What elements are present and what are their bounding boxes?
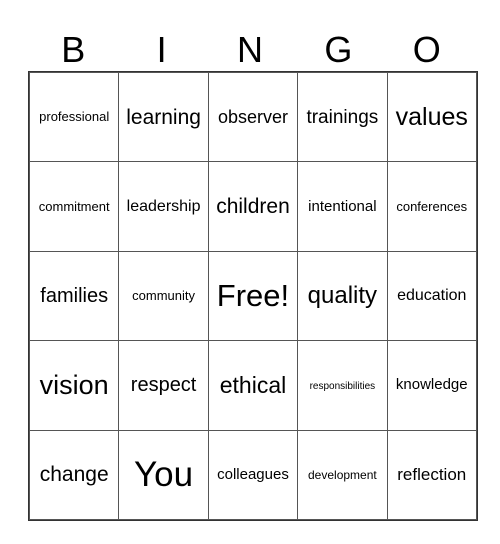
bingo-cell-text: development: [308, 467, 377, 482]
bingo-cell-text: education: [397, 286, 467, 304]
bingo-cell-text: responsibilities: [309, 381, 376, 393]
bingo-cell-text: trainings: [306, 106, 379, 128]
bingo-row: families community Free! quality education: [28, 250, 477, 342]
bingo-cell[interactable]: development: [297, 429, 388, 520]
bingo-cell[interactable]: children: [207, 161, 299, 252]
bingo-cell-text: learning: [126, 105, 201, 129]
bingo-row: vision respect ethical responsibilities know…: [28, 340, 477, 431]
bingo-cell-text: vision: [39, 369, 109, 400]
bingo-cell[interactable]: professional: [28, 71, 120, 163]
bingo-header: B I N G O: [29, 28, 471, 72]
bingo-cell-text: observer: [217, 106, 288, 127]
bingo-cell[interactable]: responsibilities: [297, 340, 388, 431]
bingo-cell-text: community: [132, 287, 196, 303]
bingo-cell-text: conferences: [396, 198, 468, 214]
bingo-cell[interactable]: change: [28, 429, 120, 520]
bingo-cell[interactable]: ethical: [207, 340, 299, 431]
bingo-cell-text: families: [40, 284, 109, 307]
bingo-cell-text: professional: [39, 109, 110, 125]
bingo-cell[interactable]: leadership: [118, 161, 209, 252]
bingo-cell[interactable]: respect: [118, 340, 209, 431]
bingo-cell-text: reflection: [397, 464, 467, 484]
bingo-cell[interactable]: colleagues: [207, 429, 299, 520]
bingo-cell[interactable]: conferences: [386, 161, 477, 252]
bingo-cell[interactable]: Free!: [207, 250, 299, 342]
bingo-cell[interactable]: families: [28, 250, 120, 342]
bingo-cell[interactable]: commitment: [28, 161, 120, 252]
bingo-cell[interactable]: quality: [297, 250, 388, 342]
bingo-cell[interactable]: You: [118, 429, 209, 520]
bingo-cell-text: quality: [307, 281, 378, 309]
bingo-cell-text: Free!: [216, 278, 290, 314]
bingo-cell-text: colleagues: [217, 465, 289, 483]
bingo-cell-text: commitment: [38, 198, 110, 214]
bingo-cell-text: change: [39, 463, 109, 487]
bingo-cell[interactable]: community: [118, 250, 209, 342]
bingo-cell-text: children: [216, 195, 290, 219]
bingo-cell-text: respect: [130, 374, 197, 397]
header-letter-o: O: [412, 29, 441, 70]
bingo-card-grid: professional learning observer trainings val…: [28, 71, 478, 521]
bingo-cell-text: ethical: [219, 371, 287, 398]
bingo-cell[interactable]: trainings: [297, 71, 388, 163]
bingo-cell-text: knowledge: [395, 376, 468, 394]
header-letter-i: I: [156, 29, 167, 70]
header-letter-g: G: [324, 29, 353, 70]
bingo-cell[interactable]: vision: [28, 340, 120, 431]
bingo-cell-text: You: [134, 455, 194, 495]
bingo-cell[interactable]: observer: [207, 71, 299, 163]
bingo-cell[interactable]: learning: [118, 71, 209, 163]
bingo-cell-text: leadership: [126, 197, 201, 215]
bingo-row: professional learning observer trainings val…: [28, 71, 477, 163]
bingo-cell[interactable]: intentional: [297, 161, 388, 252]
header-letter-b: B: [61, 29, 86, 70]
bingo-cell[interactable]: reflection: [386, 429, 477, 520]
bingo-cell[interactable]: values: [386, 71, 477, 163]
bingo-cell-text: intentional: [308, 197, 377, 215]
bingo-cell[interactable]: knowledge: [386, 340, 477, 431]
bingo-cell-text: values: [395, 102, 468, 131]
bingo-row: commitment leadership children intentional c…: [28, 161, 477, 252]
bingo-row: change You colleagues development reflection: [28, 429, 477, 520]
header-letter-n: N: [236, 29, 263, 70]
bingo-cell[interactable]: education: [386, 250, 477, 342]
